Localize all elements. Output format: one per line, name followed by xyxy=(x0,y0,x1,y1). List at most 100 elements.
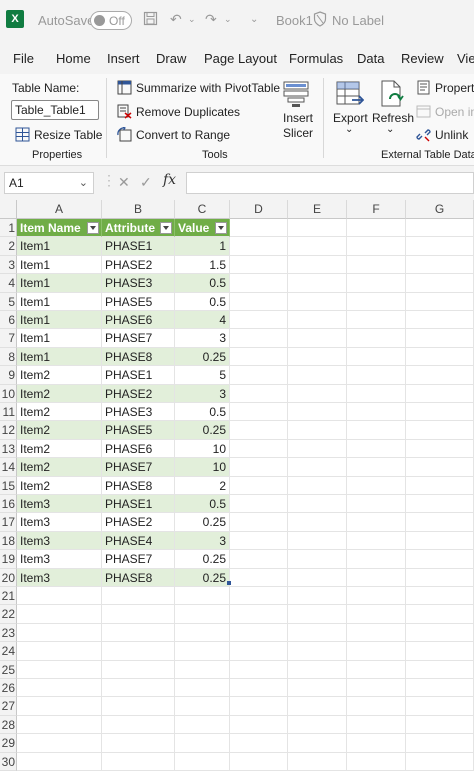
empty-cell[interactable] xyxy=(288,513,347,532)
empty-cell[interactable] xyxy=(406,495,474,514)
table-cell[interactable]: PHASE1 xyxy=(102,366,175,385)
empty-cell[interactable] xyxy=(230,458,288,477)
empty-cell[interactable] xyxy=(17,605,102,624)
empty-cell[interactable] xyxy=(406,642,474,661)
table-cell[interactable]: 3 xyxy=(175,384,230,403)
table-header-cell[interactable]: Value xyxy=(175,219,230,238)
empty-cell[interactable] xyxy=(102,605,175,624)
empty-cell[interactable] xyxy=(102,587,175,606)
empty-cell[interactable] xyxy=(288,311,347,330)
empty-cell[interactable] xyxy=(288,237,347,256)
row-header-21[interactable]: 21 xyxy=(0,587,17,606)
book-name[interactable]: Book1 xyxy=(276,13,313,28)
empty-cell[interactable] xyxy=(175,697,230,716)
empty-cell[interactable] xyxy=(347,550,406,569)
convert-range-button[interactable]: Convert to Range xyxy=(136,128,230,142)
empty-cell[interactable] xyxy=(406,550,474,569)
empty-cell[interactable] xyxy=(406,752,474,771)
empty-cell[interactable] xyxy=(230,255,288,275)
empty-cell[interactable] xyxy=(406,587,474,606)
empty-cell[interactable] xyxy=(102,734,175,753)
empty-cell[interactable] xyxy=(230,531,288,551)
insert-slicer-line1[interactable]: Insert xyxy=(283,111,313,125)
table-cell[interactable]: PHASE3 xyxy=(102,274,175,293)
row-header-29[interactable]: 29 xyxy=(0,734,17,753)
empty-cell[interactable] xyxy=(230,219,288,238)
table-cell[interactable]: Item2 xyxy=(17,439,102,459)
empty-cell[interactable] xyxy=(406,660,474,679)
column-header-b[interactable]: B xyxy=(102,200,175,219)
enter-icon[interactable]: ✓ xyxy=(140,174,152,191)
empty-cell[interactable] xyxy=(347,237,406,256)
empty-cell[interactable] xyxy=(406,421,474,440)
empty-cell[interactable] xyxy=(288,587,347,606)
table-cell[interactable]: PHASE8 xyxy=(102,568,175,587)
table-cell[interactable]: PHASE7 xyxy=(102,329,175,348)
table-cell[interactable]: PHASE3 xyxy=(102,403,175,422)
tab-formulas[interactable]: Formulas xyxy=(289,51,343,66)
table-cell[interactable]: PHASE6 xyxy=(102,439,175,459)
tab-page-layout[interactable]: Page Layout xyxy=(204,51,277,66)
empty-cell[interactable] xyxy=(175,605,230,624)
tab-file[interactable]: File xyxy=(13,51,34,66)
empty-cell[interactable] xyxy=(406,255,474,275)
table-cell[interactable]: Item2 xyxy=(17,366,102,385)
empty-cell[interactable] xyxy=(406,366,474,385)
row-header-12[interactable]: 12 xyxy=(0,421,17,440)
table-cell[interactable]: Item3 xyxy=(17,568,102,587)
empty-cell[interactable] xyxy=(230,403,288,422)
empty-cell[interactable] xyxy=(230,237,288,256)
empty-cell[interactable] xyxy=(406,274,474,293)
name-box-dropdown-icon[interactable]: ⌄ xyxy=(79,176,88,189)
empty-cell[interactable] xyxy=(230,366,288,385)
empty-cell[interactable] xyxy=(347,329,406,348)
tab-view[interactable]: Vie xyxy=(457,51,474,66)
table-cell[interactable]: 0.25 xyxy=(175,421,230,440)
empty-cell[interactable] xyxy=(347,568,406,587)
empty-cell[interactable] xyxy=(288,642,347,661)
table-cell[interactable]: PHASE1 xyxy=(102,495,175,514)
table-resize-handle[interactable] xyxy=(227,581,231,585)
empty-cell[interactable] xyxy=(17,679,102,698)
formula-input[interactable] xyxy=(186,172,474,194)
column-header-a[interactable]: A xyxy=(17,200,102,219)
export-dropdown-icon[interactable]: ⌄ xyxy=(345,124,353,135)
empty-cell[interactable] xyxy=(288,384,347,403)
row-header-4[interactable]: 4 xyxy=(0,274,17,293)
empty-cell[interactable] xyxy=(406,734,474,753)
table-cell[interactable]: Item3 xyxy=(17,550,102,569)
empty-cell[interactable] xyxy=(17,734,102,753)
resize-table-button[interactable]: Resize Table xyxy=(34,128,102,142)
empty-cell[interactable] xyxy=(347,513,406,532)
empty-cell[interactable] xyxy=(230,274,288,293)
table-cell[interactable]: PHASE1 xyxy=(102,237,175,256)
empty-cell[interactable] xyxy=(347,292,406,311)
table-cell[interactable]: PHASE2 xyxy=(102,513,175,532)
empty-cell[interactable] xyxy=(288,255,347,275)
empty-cell[interactable] xyxy=(406,439,474,459)
table-cell[interactable]: Item2 xyxy=(17,403,102,422)
empty-cell[interactable] xyxy=(175,734,230,753)
empty-cell[interactable] xyxy=(347,752,406,771)
empty-cell[interactable] xyxy=(17,715,102,735)
empty-cell[interactable] xyxy=(347,311,406,330)
cancel-icon[interactable]: ✕ xyxy=(118,174,130,191)
empty-cell[interactable] xyxy=(230,697,288,716)
empty-cell[interactable] xyxy=(406,568,474,587)
table-cell[interactable]: 1 xyxy=(175,237,230,256)
table-cell[interactable]: PHASE4 xyxy=(102,531,175,551)
empty-cell[interactable] xyxy=(175,623,230,643)
empty-cell[interactable] xyxy=(230,513,288,532)
table-cell[interactable]: 4 xyxy=(175,311,230,330)
table-cell[interactable]: 0.25 xyxy=(175,550,230,569)
empty-cell[interactable] xyxy=(347,605,406,624)
table-cell[interactable]: PHASE8 xyxy=(102,476,175,495)
table-cell[interactable]: Item1 xyxy=(17,274,102,293)
empty-cell[interactable] xyxy=(288,274,347,293)
table-cell[interactable]: Item1 xyxy=(17,255,102,275)
empty-cell[interactable] xyxy=(288,439,347,459)
save-icon[interactable] xyxy=(143,11,158,29)
empty-cell[interactable] xyxy=(347,679,406,698)
sensitivity-label[interactable]: No Label xyxy=(332,13,384,28)
row-header-15[interactable]: 15 xyxy=(0,476,17,495)
